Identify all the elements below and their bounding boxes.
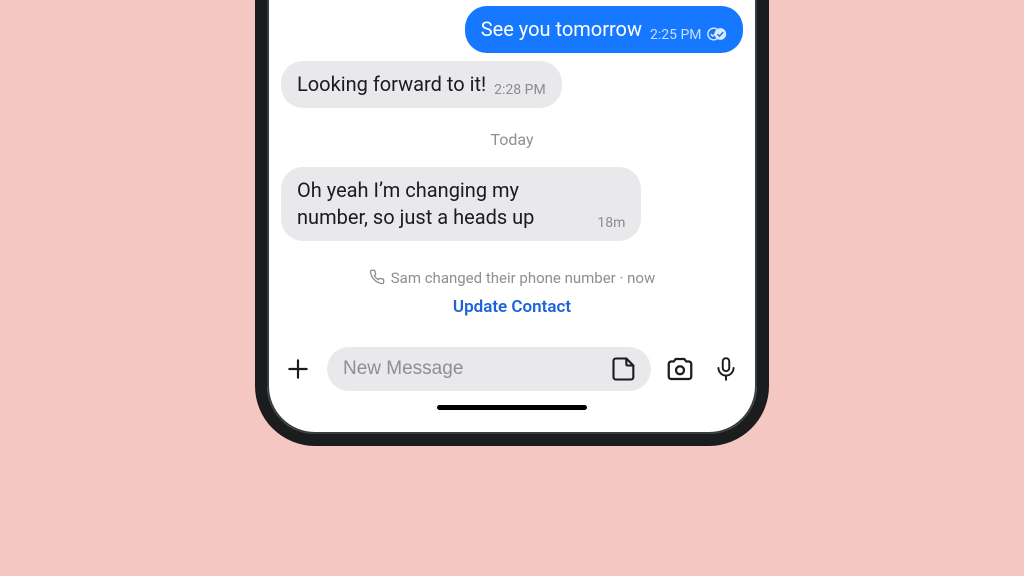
message-input-container[interactable] — [327, 347, 651, 391]
phone-icon — [369, 269, 385, 287]
message-thread[interactable]: See you tomorrow 2:25 PM — [281, 2, 743, 347]
message-input[interactable] — [343, 358, 607, 380]
camera-button[interactable] — [663, 352, 697, 386]
system-event-text: Sam changed their phone number · now — [391, 269, 655, 287]
date-separator: Today — [281, 130, 743, 149]
message-bubble-incoming[interactable]: Looking forward to it! 2:28 PM — [281, 61, 562, 108]
message-row-outgoing[interactable]: See you tomorrow 2:25 PM — [281, 6, 743, 53]
read-receipt-icon — [705, 27, 727, 43]
message-time: 2:25 PM — [650, 26, 727, 45]
update-contact-row: Update Contact — [281, 297, 743, 317]
update-contact-link[interactable]: Update Contact — [453, 297, 571, 317]
add-attachment-button[interactable] — [281, 352, 315, 386]
message-time: 2:28 PM — [494, 81, 546, 100]
home-indicator[interactable] — [437, 405, 587, 410]
message-row-incoming[interactable]: Looking forward to it! 2:28 PM — [281, 61, 743, 108]
microphone-button[interactable] — [709, 352, 743, 386]
message-bubble-incoming[interactable]: Oh yeah I’m changing my number, so just … — [281, 167, 641, 241]
message-text: See you tomorrow — [481, 16, 642, 43]
sticker-button[interactable] — [607, 352, 641, 386]
phone-frame: See you tomorrow 2:25 PM — [255, 0, 769, 446]
message-bubble-outgoing[interactable]: See you tomorrow 2:25 PM — [465, 6, 743, 53]
system-event: Sam changed their phone number · now — [281, 269, 743, 287]
message-composer — [281, 347, 743, 391]
message-time: 18m — [597, 214, 625, 233]
message-text: Oh yeah I’m changing my number, so just … — [297, 177, 589, 231]
message-text: Looking forward to it! — [297, 71, 486, 98]
messaging-screen: See you tomorrow 2:25 PM — [267, 2, 757, 434]
message-row-incoming[interactable]: Oh yeah I’m changing my number, so just … — [281, 167, 743, 241]
